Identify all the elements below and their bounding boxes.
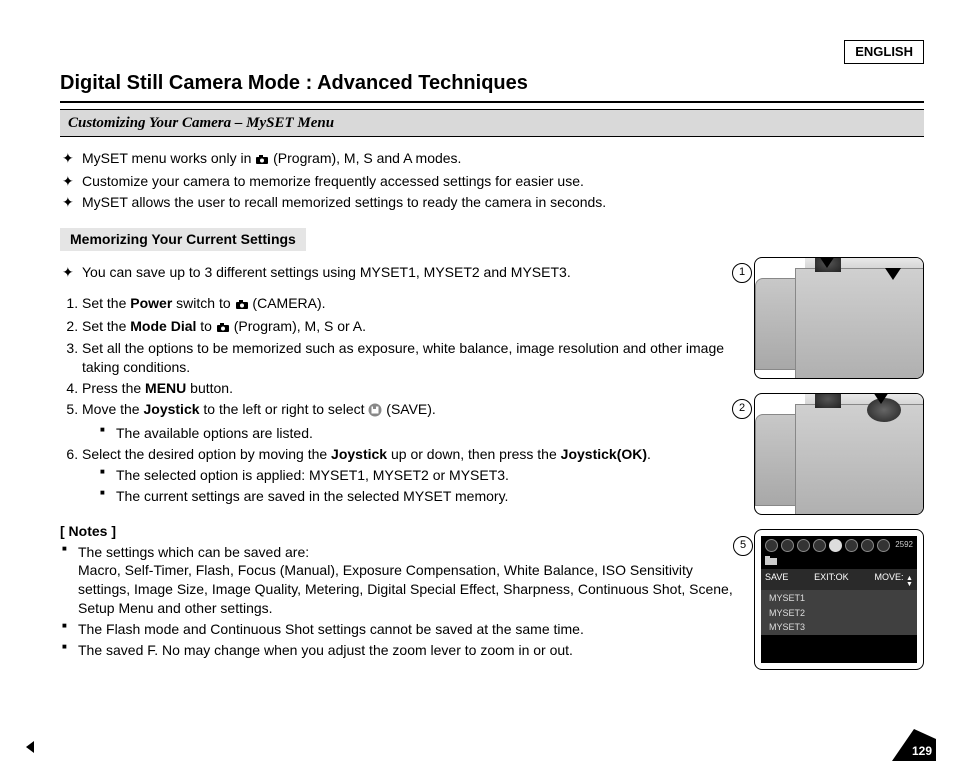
language-badge: ENGLISH <box>844 40 924 64</box>
notes-list: The settings which can be saved are: Mac… <box>60 543 736 660</box>
t: Mode Dial <box>130 318 196 334</box>
t: Set the <box>82 318 130 334</box>
prev-page-arrow-icon <box>26 741 34 753</box>
t: up or down, then press the <box>387 446 561 462</box>
illustration-column: 1 2 5 <box>754 257 924 670</box>
note-1: The settings which can be saved are: Mac… <box>78 543 736 619</box>
text: MySET menu works only in <box>82 150 255 166</box>
t: Macro, Self-Timer, Flash, Focus (Manual)… <box>78 562 733 616</box>
t: Joystick(OK) <box>561 446 647 462</box>
step-5: Move the Joystick to the left or right t… <box>82 400 736 443</box>
step-6: Select the desired option by moving the … <box>82 445 736 506</box>
steps-list: Set the Power switch to (CAMERA). Set th… <box>60 294 736 506</box>
note-3: The saved F. No may change when you adju… <box>78 641 736 660</box>
t: (CAMERA). <box>252 295 325 311</box>
step-4: Press the MENU button. <box>82 379 736 398</box>
step-5-sub: The available options are listed. <box>116 424 736 443</box>
save-disk-icon <box>829 539 842 552</box>
t: Press the <box>82 380 145 396</box>
lcd-menu-item: MYSET2 <box>761 606 917 620</box>
step-6-sub: The current settings are saved in the se… <box>116 487 736 506</box>
t: to the left or right to select <box>200 401 369 417</box>
lcd-save-label: SAVE <box>765 571 788 588</box>
t: to <box>196 318 215 334</box>
illus-number-1: 1 <box>732 263 752 283</box>
manual-page: ENGLISH Digital Still Camera Mode : Adva… <box>0 0 954 779</box>
t: Move the <box>82 401 143 417</box>
camera-icon <box>255 151 269 170</box>
lcd-menu-item: MYSET1 <box>761 591 917 605</box>
camera-icon <box>235 296 249 315</box>
intro-item-cont: MySET allows the user to recall memorize… <box>82 193 736 212</box>
t: Set the <box>82 295 130 311</box>
folder-icon <box>765 557 777 567</box>
lcd-resolution: 2592 <box>895 540 913 551</box>
t: The settings which can be saved are: <box>78 544 309 560</box>
illus-number-5: 5 <box>733 536 753 556</box>
t: (SAVE). <box>386 401 436 417</box>
lcd-menu: MYSET1 MYSET2 MYSET3 <box>761 590 917 634</box>
lcd-exit-label: EXIT:OK <box>814 571 849 588</box>
camera-illustration-2 <box>754 393 924 515</box>
t: Power <box>130 295 172 311</box>
page-number: 129 <box>912 743 932 759</box>
t: Select the desired option by moving the <box>82 446 331 462</box>
body-text-column: MySET menu works only in (Program), M, S… <box>60 147 736 670</box>
camera-icon <box>216 319 230 338</box>
lcd-top-icons <box>765 539 890 552</box>
step-6-sub: The selected option is applied: MYSET1, … <box>116 466 736 485</box>
page-title: Digital Still Camera Mode : Advanced Tec… <box>60 70 924 97</box>
step-3: Set all the options to be memorized such… <box>82 339 736 377</box>
note-2: The Flash mode and Continuous Shot setti… <box>78 620 736 639</box>
lcd-menu-item: MYSET3 <box>761 620 917 634</box>
intro-list: MySET menu works only in (Program), M, S… <box>60 149 736 212</box>
step-2: Set the Mode Dial to (Program), M, S or … <box>82 317 736 338</box>
save-disk-icon <box>368 403 382 422</box>
lcd-illustration: 5 2592 SAVE EXIT:OK MOVE: ▲▼ <box>754 529 924 670</box>
t: (Program), M, S or A. <box>234 318 366 334</box>
t: Joystick <box>331 446 387 462</box>
illus-number-2: 2 <box>732 399 752 419</box>
intro-item: Customize your camera to memorize freque… <box>82 172 736 191</box>
memo-bullet-list: You can save up to 3 different settings … <box>60 263 736 282</box>
t: switch to <box>172 295 234 311</box>
intro-item: MySET menu works only in (Program), M, S… <box>82 149 736 170</box>
title-rule <box>60 101 924 103</box>
text: (Program), M, S and A modes. <box>273 150 461 166</box>
memo-bullet: You can save up to 3 different settings … <box>82 263 736 282</box>
section-subtitle: Customizing Your Camera – MySET Menu <box>60 109 924 137</box>
updown-arrows-icon: ▲▼ <box>906 576 913 588</box>
t: Joystick <box>143 401 199 417</box>
memorizing-heading: Memorizing Your Current Settings <box>60 228 306 251</box>
notes-heading: [ Notes ] <box>60 522 736 541</box>
camera-illustration-1 <box>754 257 924 379</box>
t: . <box>647 446 651 462</box>
t: MENU <box>145 380 186 396</box>
t: button. <box>186 380 233 396</box>
page-number-badge: 129 <box>892 729 936 761</box>
lcd-move-label: MOVE: ▲▼ <box>875 571 913 588</box>
step-1: Set the Power switch to (CAMERA). <box>82 294 736 315</box>
